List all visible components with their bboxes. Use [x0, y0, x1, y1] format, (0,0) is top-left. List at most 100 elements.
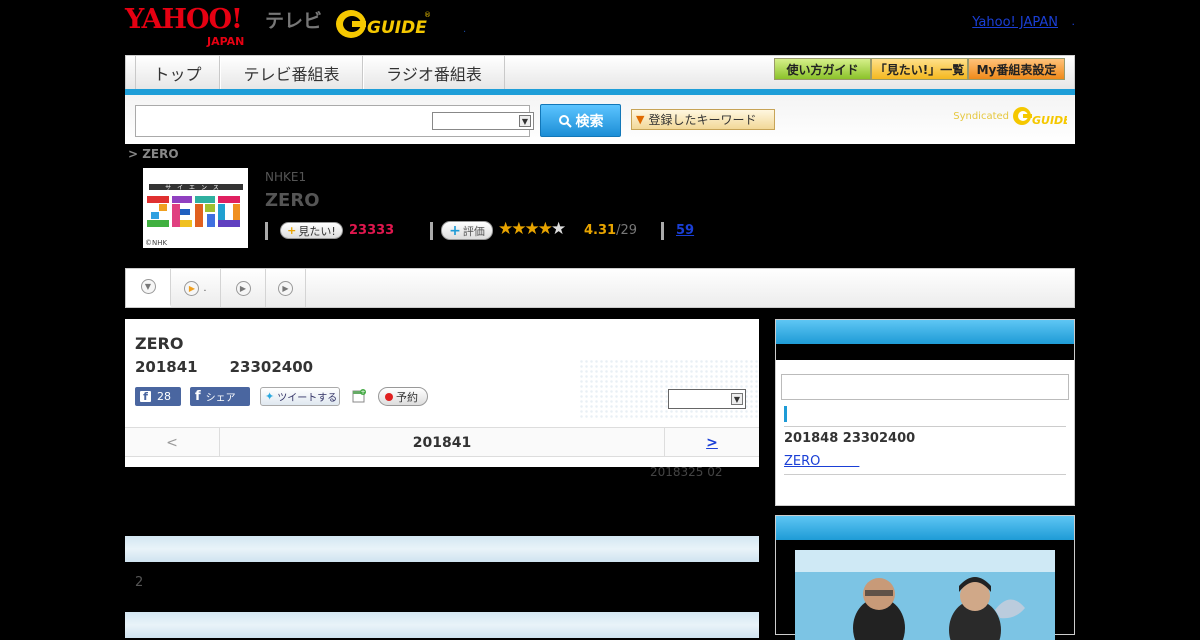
tweet-label: ツイートする [277, 393, 338, 404]
right-panel-image [775, 515, 1075, 640]
search-button-label: 検索 [575, 113, 604, 130]
my-schedule-button[interactable]: My番組表設定 [968, 58, 1065, 80]
separator [265, 222, 268, 240]
tab-play-2[interactable]: ▶ [221, 269, 266, 307]
play-icon: ▶ [278, 280, 293, 296]
chevron-down-icon: ▼ [731, 393, 743, 405]
section-header [125, 536, 759, 562]
usage-guide-button[interactable]: 使い方ガイド [774, 58, 871, 80]
dropdown-triangle-icon: ▼ [636, 113, 645, 126]
header-trailing-dot: . [1071, 15, 1076, 28]
tweet-button[interactable]: ✦ ツイートする [260, 387, 340, 406]
top-header: YAHOO! JAPAN テレビ GUIDE ® . Yahoo! JAPAN … [125, 0, 1075, 55]
separator [661, 222, 664, 240]
rating-count: /29 [616, 223, 637, 238]
divider [784, 426, 1066, 427]
plus-icon: + [287, 224, 297, 237]
program-photo [795, 550, 1055, 640]
star-empty-icon: ★ [551, 219, 566, 239]
episode-title: ZERO [135, 334, 184, 353]
episode-pager: < 201841 > [125, 427, 759, 457]
right-panel-header [776, 320, 1074, 344]
yahoo-japan-logo[interactable]: YAHOO! JAPAN [125, 6, 244, 49]
search-bar: ▼ 検索 ▼ 登録したキーワード Syndicated GUIDE [125, 95, 1075, 144]
facebook-share-button[interactable]: f シェア [190, 387, 250, 406]
play-icon: ▶ [184, 280, 200, 296]
play-icon: ▶ [235, 280, 251, 296]
yahoo-logo-japan: JAPAN [207, 35, 245, 48]
gguide-small-logo: GUIDE [1013, 107, 1067, 127]
program-title: ZERO [265, 190, 320, 211]
tab-play-1-label: . [203, 282, 207, 294]
divider [784, 474, 1066, 475]
star-icon: ★ [511, 219, 526, 239]
tab-play-1[interactable]: ▶ . [171, 269, 221, 307]
add-calendar-icon[interactable]: + [351, 388, 367, 404]
search-category-select[interactable]: ▼ [432, 112, 534, 130]
star-icon: ★ [524, 219, 540, 239]
registered-keyword-button[interactable]: ▼ 登録したキーワード [631, 109, 775, 130]
plus-icon: + [449, 222, 461, 239]
tab-down[interactable]: ▼ [126, 269, 171, 307]
facebook-icon: f [140, 391, 151, 402]
episode-select[interactable]: ▼ [668, 389, 746, 409]
gguide-logo[interactable]: GUIDE ® [335, 8, 431, 40]
pager-next[interactable]: > [664, 428, 759, 457]
pager-prev[interactable]: < [125, 428, 220, 457]
zero-logo-image: サイエンス [147, 184, 243, 227]
pager-label: 201841 [412, 434, 472, 451]
rating-stars: ★★★★★ [498, 219, 566, 239]
update-note: 2018325 02 [650, 465, 723, 479]
mitai-label: 見たい! [298, 224, 336, 238]
tab-play-3[interactable]: ▶ [266, 269, 306, 307]
next-broadcast-date: 201848 23302400 [784, 431, 916, 446]
right-panel-input[interactable] [781, 374, 1069, 400]
svg-text:+: + [360, 389, 365, 396]
thumb-caption: ©NHK [145, 239, 168, 247]
reserve-label: 予約 [396, 390, 418, 404]
facebook-like-button[interactable]: f 28 [135, 387, 181, 406]
section-text: 2 [135, 575, 144, 590]
review-count-link[interactable]: 59 [676, 223, 694, 238]
header-dot-link[interactable]: . [463, 24, 466, 35]
reserve-button[interactable]: 予約 [378, 387, 428, 406]
facebook-share-label: シェア [205, 393, 236, 404]
mitai-list-button[interactable]: 「見たい!」一覧 [871, 58, 968, 80]
twitter-bird-icon: ✦ [265, 390, 275, 403]
episode-datetime: 201841 23302400 [135, 358, 313, 376]
tab-radio-schedule[interactable]: ラジオ番組表 [363, 56, 505, 89]
rating-value: 4.31/29 [584, 223, 637, 238]
svg-text:®: ® [424, 11, 431, 19]
chevron-down-icon: ▼ [140, 279, 156, 294]
svg-text:GUIDE: GUIDE [367, 18, 427, 38]
rate-button[interactable]: + 評価 [441, 221, 493, 240]
search-icon [558, 114, 572, 128]
channel-name: NHKE1 [265, 170, 307, 184]
search-button[interactable]: 検索 [540, 104, 621, 137]
episode-time: 23302400 [229, 358, 314, 376]
breadcrumb: > ZERO [128, 147, 179, 161]
rate-label: 評価 [462, 224, 485, 238]
thumb-sub-text: サイエンス [165, 185, 225, 192]
yahoo-japan-link[interactable]: Yahoo! JAPAN [972, 15, 1058, 30]
right-panel-header [776, 516, 1074, 540]
syndicated-gguide-logo: Syndicated GUIDE [953, 105, 1067, 127]
mitai-button[interactable]: + 見たい! [280, 222, 343, 239]
rating-number: 4.31 [584, 223, 617, 238]
star-icon: ★ [498, 219, 513, 239]
facebook-like-count: 28 [157, 390, 171, 403]
syndicated-label: Syndicated [953, 110, 1009, 122]
episode-date: 201841 [135, 358, 198, 376]
chevron-down-icon: ▼ [519, 115, 531, 127]
main-nav: トップ テレビ番組表 ラジオ番組表 使い方ガイド 「見たい!」一覧 My番組表設… [125, 55, 1075, 91]
next-broadcast-link[interactable]: ZERO [784, 450, 859, 469]
tab-tv-schedule[interactable]: テレビ番組表 [220, 56, 363, 89]
studio-image [795, 550, 1055, 640]
separator [430, 222, 433, 240]
svg-text:GUIDE: GUIDE [1032, 114, 1067, 127]
facebook-icon: f [195, 389, 201, 404]
tab-top[interactable]: トップ [135, 56, 220, 89]
tv-label: テレビ [265, 10, 323, 32]
section-header [125, 612, 759, 638]
right-panel-search: 201848 23302400 ZERO [775, 319, 1075, 506]
